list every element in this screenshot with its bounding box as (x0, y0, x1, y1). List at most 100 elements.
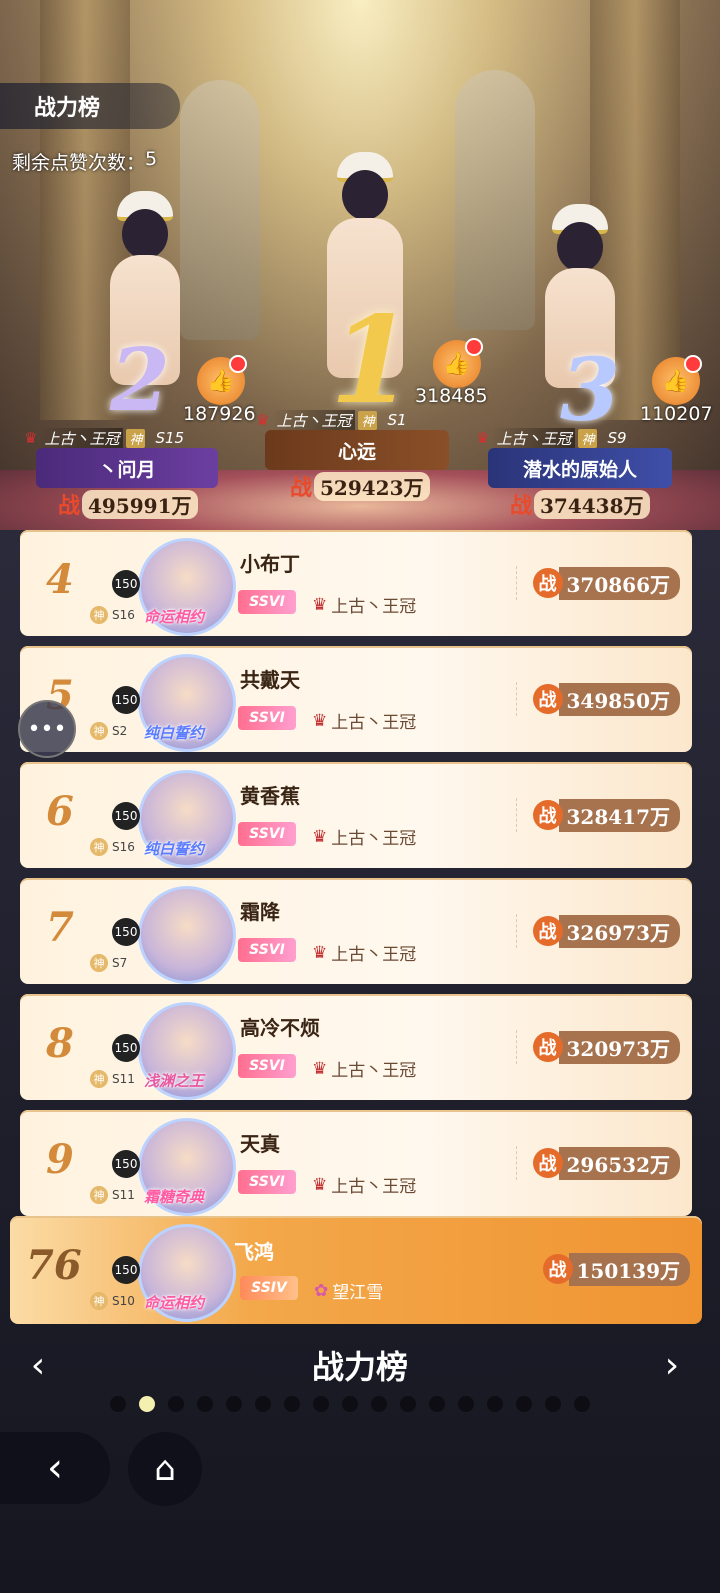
guild-name: 上古丶王冠 (331, 1177, 417, 1197)
level-badge: 150 (112, 1256, 140, 1284)
title-badge: 纯白誓约 (144, 840, 205, 858)
podium-guild-rank-3: ♛ 上古丶王冠 神 S9 (476, 427, 627, 449)
podium-name-rank-3[interactable]: 潜水的原始人 (488, 448, 672, 488)
notification-dot (684, 355, 702, 373)
remaining-likes-count: 5 (145, 148, 158, 170)
server-tag: S9 (607, 429, 627, 447)
like-button-rank-1[interactable]: 👍 (433, 338, 483, 388)
guild-info: ♛ 上古丶王冠 (312, 708, 416, 734)
server-tag: S1 (387, 411, 407, 429)
like-count-rank-3: 110207 (640, 403, 713, 425)
guild-name: 望江雪 (332, 1283, 384, 1303)
level-badge: 150 (112, 686, 140, 714)
podium-rank-2: 2 (110, 330, 170, 431)
crown-icon: ♛ (256, 411, 270, 429)
title-badge: 浅渊之王 (144, 1072, 205, 1090)
server-tag: S16 (112, 840, 135, 854)
rank-number: 8 (46, 1020, 74, 1067)
guild-name: 上古丶王冠 (331, 829, 417, 849)
power-value: 320973万 (558, 1030, 680, 1064)
ranking-row[interactable]: 7 150 神 S7 霜降 SSVI ♛ 上古丶王冠 战 326973万 (20, 878, 692, 984)
power-label: 战 (290, 475, 313, 501)
vip-badge: SSVI (238, 938, 296, 962)
page-dot-active[interactable] (139, 1396, 155, 1412)
guild-info: ♛ 上古丶王冠 (312, 1172, 417, 1198)
back-arrow-icon[interactable]: ‹ (0, 1432, 110, 1504)
power-display: 战 328417万 (515, 798, 680, 832)
page-dot[interactable] (487, 1396, 503, 1412)
guild-info: ♛ 上古丶王冠 (312, 592, 416, 618)
level-badge: 150 (112, 1034, 140, 1062)
power-value: 326973万 (558, 914, 680, 948)
page-dot[interactable] (255, 1396, 271, 1412)
crown-icon: ♛ (312, 710, 328, 731)
podium-name-rank-2[interactable]: 丶问月 (36, 448, 218, 488)
page-dot[interactable] (110, 1396, 126, 1412)
my-ranking-row[interactable]: 76 150 神 S10 命运相约 飞鸿 SSIV ✿ 望江雪 战 150139万 (10, 1216, 702, 1324)
power-display: 战 370866万 (515, 566, 680, 600)
page-dot[interactable] (226, 1396, 242, 1412)
next-board-arrow-icon[interactable]: › (652, 1345, 692, 1386)
power-display: 战 150139万 (527, 1252, 690, 1286)
home-icon[interactable]: ⌂ (128, 1432, 202, 1506)
crown-icon: ♛ (476, 429, 490, 447)
ranking-row[interactable]: 5 150 神 S2 纯白誓约 共戴天 SSVI ♛ 上古丶王冠 战 349850万 (20, 646, 692, 752)
rank-number: 6 (46, 788, 74, 835)
power-value: 370866万 (558, 566, 680, 600)
level-badge: 150 (112, 1150, 140, 1178)
level-badge: 150 (112, 802, 140, 830)
crown-icon: ♛ (312, 594, 328, 615)
page-dot[interactable] (516, 1396, 532, 1412)
player-name: 高冷不烦 (240, 1016, 320, 1040)
power-value: 374438万 (534, 489, 650, 519)
power-value: 495991万 (82, 489, 198, 519)
shen-icon: 神 (90, 606, 108, 624)
rank-number: 76 (26, 1242, 82, 1289)
server-tag: S7 (112, 956, 128, 970)
shen-icon: 神 (90, 954, 108, 972)
guild-name: 上古丶王冠 (272, 409, 356, 431)
thumbs-up-icon: 👍 (443, 351, 471, 377)
power-label: 战 (58, 493, 81, 519)
page-dot[interactable] (429, 1396, 445, 1412)
page-dot[interactable] (458, 1396, 474, 1412)
like-button-rank-3[interactable]: 👍 (652, 355, 702, 405)
ranking-row[interactable]: 6 150 神 S16 纯白誓约 黄香蕉 SSVI ♛ 上古丶王冠 战 328417万 (20, 762, 692, 868)
page-dot[interactable] (168, 1396, 184, 1412)
power-label: 战 (532, 568, 563, 598)
thumbs-up-icon: 👍 (662, 368, 690, 394)
power-label: 战 (532, 1148, 563, 1178)
thumbs-up-icon: 👍 (207, 368, 235, 394)
page-dot[interactable] (371, 1396, 387, 1412)
power-label: 战 (532, 916, 563, 946)
page-dot[interactable] (574, 1396, 590, 1412)
power-value: 349850万 (558, 682, 680, 716)
like-count-rank-2: 187926 (183, 403, 256, 425)
avatar[interactable] (138, 886, 236, 984)
like-button-rank-2[interactable]: 👍 (197, 355, 247, 405)
power-value: 296532万 (558, 1146, 680, 1180)
page-dot[interactable] (400, 1396, 416, 1412)
page-dot[interactable] (313, 1396, 329, 1412)
rank-number: 4 (46, 556, 74, 603)
shen-icon: 神 (90, 1186, 108, 1204)
chat-bubble-icon[interactable]: ••• (18, 700, 76, 758)
power-value: 529423万 (314, 471, 430, 501)
notification-dot (229, 355, 247, 373)
ranking-row[interactable]: 9 150 神 S11 霜糖奇典 天真 SSVI ♛ 上古丶王冠 战 296532万 (20, 1110, 692, 1216)
page-dot[interactable] (284, 1396, 300, 1412)
vip-badge: SSIV (240, 1276, 298, 1300)
server-info: 神 S10 (90, 1292, 135, 1310)
server-info: 神 S16 (90, 606, 135, 624)
page-dot[interactable] (197, 1396, 213, 1412)
remaining-likes: 剩余点赞次数： 5 (12, 148, 157, 175)
page-indicator (110, 1396, 590, 1412)
page-dot[interactable] (342, 1396, 358, 1412)
vip-badge: SSVI (238, 706, 296, 730)
title-badge: 霜糖奇典 (144, 1188, 205, 1206)
podium-name-rank-1[interactable]: 心远 (265, 430, 449, 470)
podium-power-rank-2: 战 495991万 (58, 488, 198, 520)
ranking-row[interactable]: 8 150 神 S11 浅渊之王 高冷不烦 SSVI ♛ 上古丶王冠 战 320973… (20, 994, 692, 1100)
page-dot[interactable] (545, 1396, 561, 1412)
ranking-row[interactable]: 4 150 神 S16 命运相约 小布丁 SSVI ♛ 上古丶王冠 战 370866万 (20, 530, 692, 636)
